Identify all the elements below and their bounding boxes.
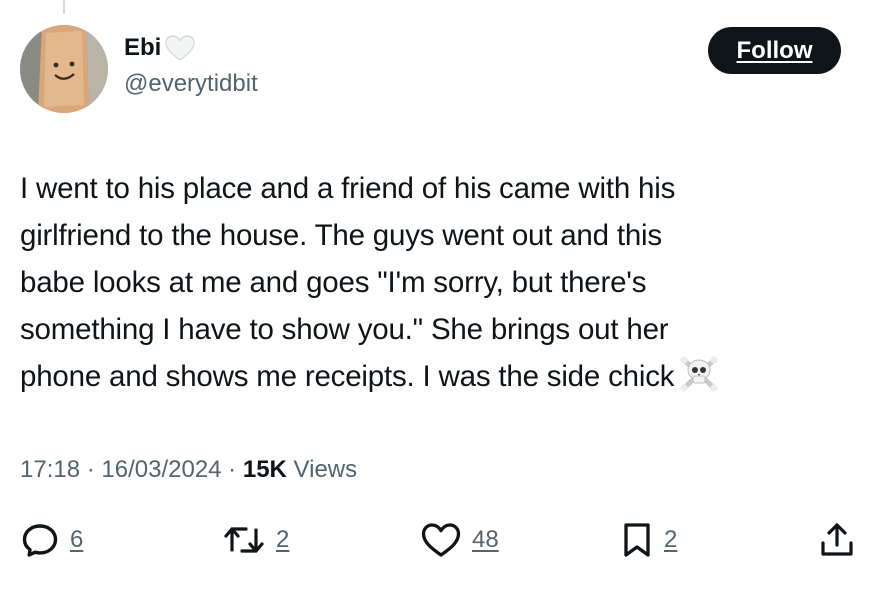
share-icon [821, 523, 853, 556]
heart-icon [421, 523, 461, 557]
tweet-text-line: babe looks at me and goes "I'm sorry, bu… [20, 266, 647, 299]
meta-separator: · [80, 456, 102, 483]
bookmark-button[interactable]: 2 [620, 518, 677, 562]
tweet-text-line-last: phone and shows me receipts. I was the s… [20, 353, 870, 406]
reply-icon [22, 524, 58, 557]
meta-separator: · [221, 456, 243, 483]
reply-button[interactable]: 6 [20, 518, 83, 562]
views-count: 15K [242, 456, 287, 483]
like-button[interactable]: 48 [420, 518, 499, 562]
tweet-date[interactable]: 16/03/2024 [101, 456, 221, 483]
avatar[interactable] [20, 25, 108, 113]
author-block: Ebi @everytidbit [124, 33, 258, 99]
tweet-text-line-content: phone and shows me receipts. I was the s… [20, 360, 675, 393]
author-handle[interactable]: @everytidbit [124, 69, 258, 99]
display-name-row: Ebi [124, 33, 258, 63]
like-count: 48 [472, 526, 499, 553]
bookmark-count: 2 [664, 526, 678, 553]
tweet-text-line: girlfriend to the house. The guys went o… [20, 219, 662, 252]
tweet-text: I went to his place and a friend of his … [20, 165, 870, 406]
tweet-time[interactable]: 17:18 [20, 456, 80, 483]
tweet-text-line: something I have to show you." She bring… [20, 313, 669, 346]
repost-icon [224, 527, 264, 553]
views-label: Views [293, 456, 358, 483]
avatar-image [20, 25, 108, 113]
bookmark-icon [624, 523, 650, 557]
reply-count: 6 [70, 526, 84, 553]
skull-crossbones-icon [678, 354, 720, 406]
action-bar: 6 2 48 2 [0, 518, 876, 562]
thread-connector-line [63, 0, 65, 14]
white-heart-icon [164, 34, 196, 62]
display-name[interactable]: Ebi [124, 33, 161, 63]
follow-button[interactable]: Follow [708, 27, 841, 74]
tweet-meta: 17:18 · 16/03/2024 · 15K Views [20, 452, 357, 488]
share-button[interactable] [817, 518, 857, 562]
tweet-text-line: I went to his place and a friend of his … [20, 172, 676, 205]
repost-count: 2 [276, 526, 290, 553]
repost-button[interactable]: 2 [222, 518, 289, 562]
